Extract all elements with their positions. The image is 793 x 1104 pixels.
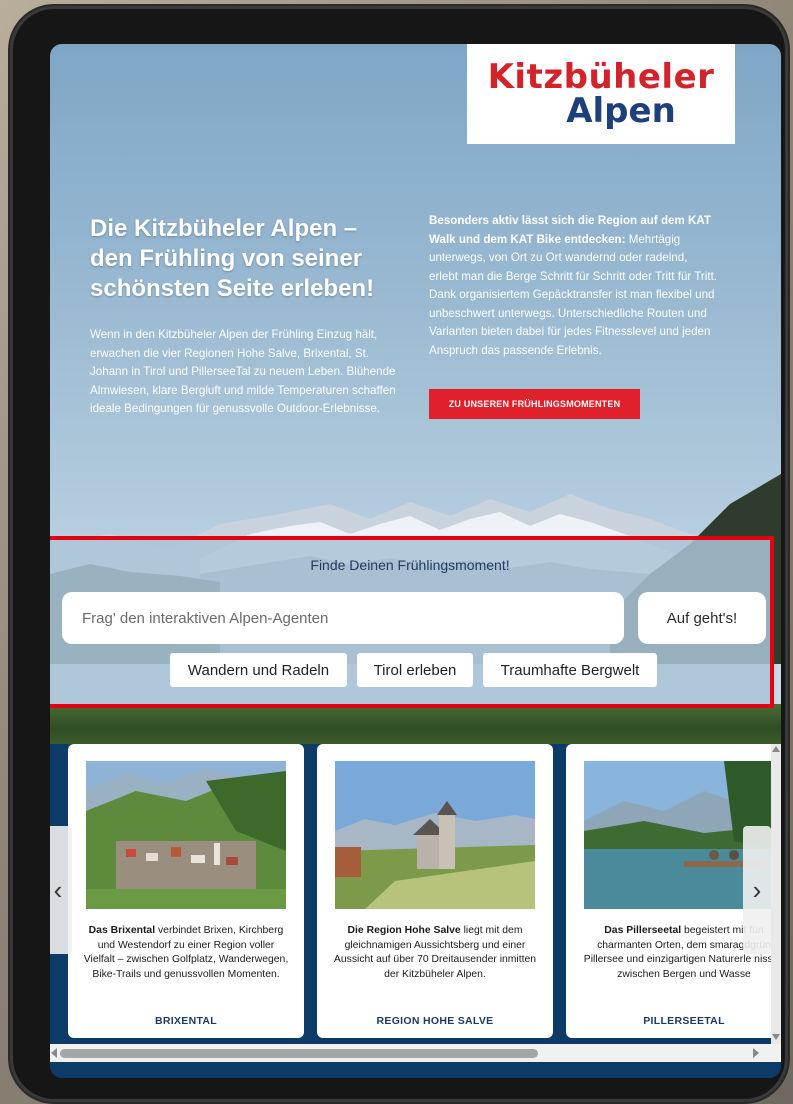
hero-side-text: Besonders aktiv lässt sich die Region au…: [429, 212, 719, 360]
scroll-down-icon[interactable]: [772, 1034, 780, 1040]
alpine-agent-panel: Finde Deinen Frühlingsmoment! Auf geht's…: [50, 536, 774, 708]
logo-line-1: Kitzbüheler: [487, 57, 715, 97]
card-text-bold: Das Pillerseetal: [604, 925, 682, 936]
card-text: Das Brixental verbindet Brixen, Kirchber…: [82, 924, 290, 982]
card-text-bold: Das Brixental: [88, 925, 156, 936]
card-category[interactable]: REGION HOHE SALVE: [317, 1015, 553, 1027]
brand-logo[interactable]: Kitzbüheler Alpen: [467, 44, 735, 144]
scroll-left-icon[interactable]: [51, 1048, 57, 1058]
hero-headline: Die Kitzbüheler Alpen – den Frühling von…: [90, 215, 375, 302]
brixental-image: [86, 761, 286, 909]
chip-tirol-erleben[interactable]: Tirol erleben: [357, 653, 473, 687]
hohe-salve-image: [335, 761, 535, 909]
chevron-right-icon[interactable]: ›: [743, 826, 771, 954]
card-text: Die Region Hohe Salve liegt mit dem glei…: [331, 924, 539, 982]
tablet-frame: Kitzbüheler Alpen Die Kitzbüheler Alpen …: [10, 6, 788, 1102]
cta-button[interactable]: ZU UNSEREN FRÜHLINGSMOMENTEN: [429, 389, 640, 419]
card-category[interactable]: BRIXENTAL: [68, 1015, 304, 1027]
scroll-right-icon[interactable]: [753, 1048, 759, 1058]
card-text-bold: Die Region Hohe Salve: [347, 925, 461, 936]
vertical-scrollbar[interactable]: [771, 744, 781, 1044]
horizontal-scrollbar[interactable]: [50, 1044, 781, 1062]
chip-wandern-radeln[interactable]: Wandern und Radeln: [170, 653, 347, 687]
logo-line-2: Alpen: [566, 91, 676, 131]
region-card-brixental[interactable]: Das Brixental verbindet Brixen, Kirchber…: [68, 744, 304, 1038]
meadow-strip: [50, 704, 781, 744]
chip-traumhafte-bergwelt[interactable]: Traumhafte Bergwelt: [483, 653, 657, 687]
agent-search-input[interactable]: [62, 592, 624, 644]
agent-submit-button[interactable]: Auf geht's!: [638, 592, 766, 644]
agent-title: Finde Deinen Frühlingsmoment!: [310, 557, 510, 573]
card-category[interactable]: PILLERSEETAL: [566, 1015, 781, 1027]
scrollbar-thumb[interactable]: [60, 1049, 538, 1058]
scroll-up-icon[interactable]: [772, 746, 780, 752]
screen: Kitzbüheler Alpen Die Kitzbüheler Alpen …: [50, 44, 781, 1078]
hero-intro: Wenn in den Kitzbüheler Alpen der Frühli…: [90, 328, 396, 415]
region-card-hohe-salve[interactable]: Die Region Hohe Salve liegt mit dem glei…: [317, 744, 553, 1038]
region-carousel: Das Brixental verbindet Brixen, Kirchber…: [50, 744, 781, 1078]
side-text-body: Mehrtägig unterwegs, von Ort zu Ort wand…: [429, 232, 718, 357]
chevron-left-icon[interactable]: ‹: [50, 826, 72, 954]
